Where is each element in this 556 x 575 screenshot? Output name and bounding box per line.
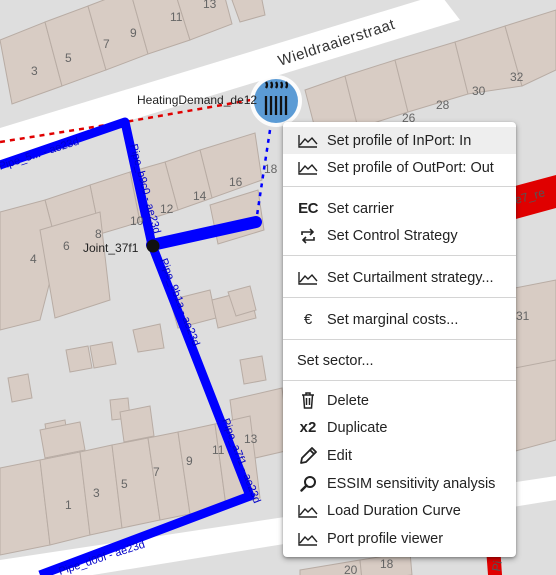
house-number: 16 [229,175,243,189]
search-icon [297,475,319,493]
heating-demand-icon[interactable] [250,75,302,127]
euro-icon: € [303,311,313,328]
house-number: 11 [170,10,183,24]
house-number: 10 [130,214,144,228]
house-number: 20 [344,563,358,575]
chart-profile-icon [297,132,319,150]
house-number: 12 [160,202,174,216]
chart-profile-icon [297,502,319,520]
menu-item-label: Set profile of OutPort: Out [327,159,494,176]
house-number: 5 [65,51,72,65]
menu-item-label: Edit [327,447,352,464]
menu-item-set-sector[interactable]: Set sector... [283,347,516,374]
joint-node[interactable] [146,239,160,253]
house-number: 3 [93,486,100,500]
menu-item-essim-sensitivity[interactable]: ESSIM sensitivity analysis [283,470,516,497]
menu-item-set-marginal-costs[interactable]: € Set marginal costs... [283,306,516,333]
house-number: 18 [264,162,278,176]
menu-item-set-curtailment-strategy[interactable]: Set Curtailment strategy... [283,264,516,291]
menu-separator [283,297,516,298]
house-number: 9 [130,26,137,40]
house-number: 6 [63,239,70,253]
house-number: 8 [95,227,102,241]
house-number: 7 [153,465,160,479]
duplicate-icon: x2 [299,419,317,436]
chart-profile-icon [297,530,319,548]
menu-item-label: Load Duration Curve [327,502,461,519]
menu-item-label: Delete [327,392,369,409]
menu-item-edit[interactable]: Edit [283,442,516,469]
menu-separator [283,255,516,256]
joint-label: Joint_37f1 [83,241,139,255]
menu-item-label: Set Curtailment strategy... [327,269,494,286]
menu-item-label: Set carrier [327,200,394,217]
menu-item-port-profile-viewer[interactable]: Port profile viewer [283,525,516,552]
house-number: 13 [244,432,258,446]
repeat-icon [297,227,319,245]
menu-item-set-control-strategy[interactable]: Set Control Strategy [283,222,516,249]
house-number: 1 [65,498,72,512]
menu-item-load-duration-curve[interactable]: Load Duration Curve [283,497,516,524]
chart-profile-icon [297,269,319,287]
menu-separator [283,380,516,381]
house-number: 32 [510,70,524,84]
house-number: 13 [203,0,217,11]
menu-item-label: ESSIM sensitivity analysis [327,475,496,492]
house-number: 14 [193,189,207,203]
menu-item-label: Port profile viewer [327,530,444,547]
house-number: 3 [31,64,38,78]
house-number: 28 [436,98,450,112]
menu-item-set-profile-outport[interactable]: Set profile of OutPort: Out [283,154,516,181]
house-number: 7 [103,37,110,51]
house-number: 9 [186,454,193,468]
menu-item-delete[interactable]: Delete [283,387,516,414]
menu-item-set-carrier[interactable]: EC Set carrier [283,195,516,222]
house-number: 5 [121,477,128,491]
menu-item-label: Set sector... [297,352,374,369]
house-number: 18 [380,557,394,571]
trash-icon [297,392,319,410]
menu-separator [283,339,516,340]
menu-item-set-profile-inport[interactable]: Set profile of InPort: In [283,127,516,154]
house-number: 11 [212,443,225,457]
menu-item-duplicate[interactable]: x2 Duplicate [283,414,516,441]
menu-item-label: Duplicate [327,419,388,436]
menu-item-label: Set marginal costs... [327,311,459,328]
carrier-icon: EC [298,200,318,217]
pencil-icon [297,446,319,465]
house-number: 4 [30,252,37,266]
menu-item-label: Set profile of InPort: In [327,132,472,149]
menu-item-label: Set Control Strategy [327,227,458,244]
chart-profile-icon [297,159,319,177]
heating-demand-label: HeatingDemand_de12 [137,93,257,107]
menu-separator [283,186,516,187]
context-menu: Set profile of InPort: In Set profile of… [283,122,516,557]
house-number: 31 [516,309,530,323]
house-number: 30 [472,84,486,98]
